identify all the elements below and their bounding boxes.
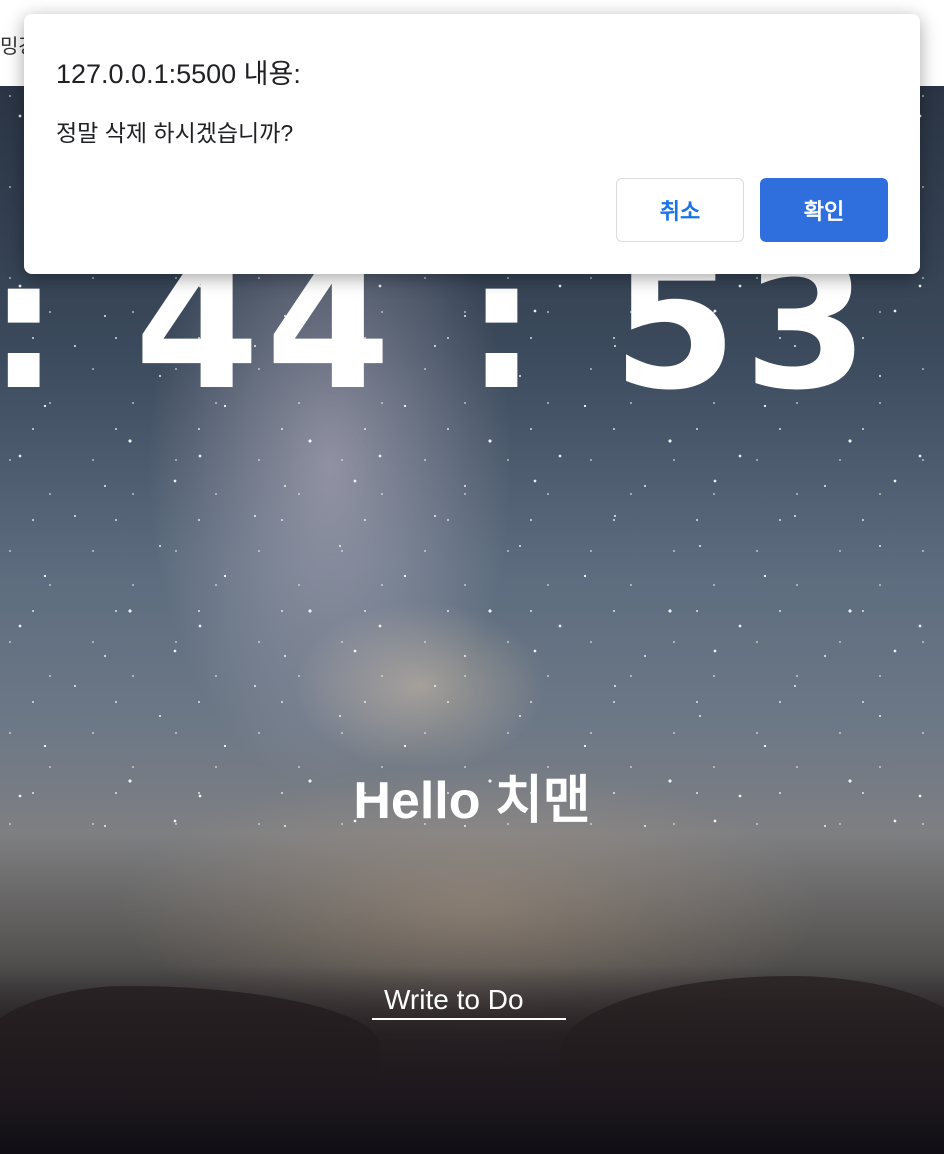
ok-button[interactable]: 확인 xyxy=(760,178,888,242)
dialog-message: 정말 삭제 하시겠습니까? xyxy=(56,120,294,146)
cancel-button[interactable]: 취소 xyxy=(616,178,744,242)
todo-input[interactable] xyxy=(372,982,566,1020)
confirm-dialog: 127.0.0.1:5500 내용: 정말 삭제 하시겠습니까? 취소 확인 xyxy=(24,14,920,274)
greeting-text: Hello 치맨 xyxy=(353,772,591,830)
dialog-origin: 127.0.0.1:5500 내용: xyxy=(56,59,301,89)
